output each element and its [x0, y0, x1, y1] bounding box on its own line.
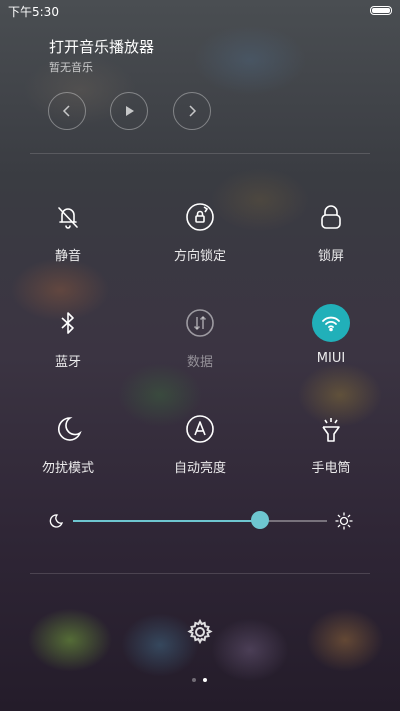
status-time: 下午5:30 — [8, 5, 59, 19]
gear-icon — [187, 619, 213, 645]
bluetooth-icon — [49, 304, 87, 342]
toggle-label: 勿扰模式 — [41, 461, 94, 476]
toggle-wifi[interactable]: MIUI — [276, 304, 386, 374]
battery-icon — [370, 6, 392, 15]
brightness-slider[interactable] — [73, 511, 327, 529]
toggle-label: 数据 — [186, 355, 213, 370]
previous-track-button[interactable] — [48, 92, 86, 130]
toggle-label: 自动亮度 — [173, 461, 226, 476]
flashlight-icon — [312, 410, 350, 448]
page-dot-2[interactable] — [203, 678, 207, 682]
music-subtitle: 暂无音乐 — [49, 61, 93, 74]
divider-bottom — [30, 573, 370, 574]
toggle-label: 蓝牙 — [54, 355, 81, 370]
auto-brightness-icon — [181, 410, 219, 448]
toggle-label: 手电筒 — [311, 461, 351, 476]
toggle-auto-brightness[interactable]: 自动亮度 — [145, 410, 255, 480]
wifi-active-indicator — [312, 304, 350, 342]
toggle-silent[interactable]: 静音 — [13, 198, 123, 268]
bell-off-icon — [49, 198, 87, 236]
brightness-max-icon — [335, 512, 353, 530]
toggle-rotation-lock[interactable]: 方向锁定 — [145, 198, 255, 268]
moon-icon — [49, 410, 87, 448]
chevron-right-icon — [189, 105, 197, 117]
wifi-icon — [312, 304, 350, 342]
play-icon — [126, 106, 134, 116]
toggle-flashlight[interactable]: 手电筒 — [276, 410, 386, 480]
toggle-label: 静音 — [54, 249, 81, 264]
next-track-button[interactable] — [173, 92, 211, 130]
toggle-label: 锁屏 — [317, 249, 344, 264]
toggle-label: MIUI — [316, 351, 346, 366]
divider-top — [30, 153, 370, 154]
toggle-label: 方向锁定 — [173, 249, 226, 264]
toggle-do-not-disturb[interactable]: 勿扰模式 — [13, 410, 123, 480]
brightness-slider-fill — [73, 520, 260, 522]
page-dot-1[interactable] — [192, 678, 196, 682]
toggle-lock-screen[interactable]: 锁屏 — [276, 198, 386, 268]
mobile-data-icon — [181, 304, 219, 342]
toggle-bluetooth[interactable]: 蓝牙 — [13, 304, 123, 374]
settings-button[interactable] — [187, 619, 213, 645]
lock-icon — [312, 198, 350, 236]
chevron-left-icon — [62, 105, 70, 117]
brightness-min-icon — [49, 514, 64, 528]
rotation-lock-icon — [181, 198, 219, 236]
music-title[interactable]: 打开音乐播放器 — [49, 36, 154, 57]
status-bar: 下午5:30 — [0, 0, 400, 22]
toggle-mobile-data[interactable]: 数据 — [145, 304, 255, 374]
brightness-slider-thumb[interactable] — [251, 511, 269, 529]
play-button[interactable] — [110, 92, 148, 130]
